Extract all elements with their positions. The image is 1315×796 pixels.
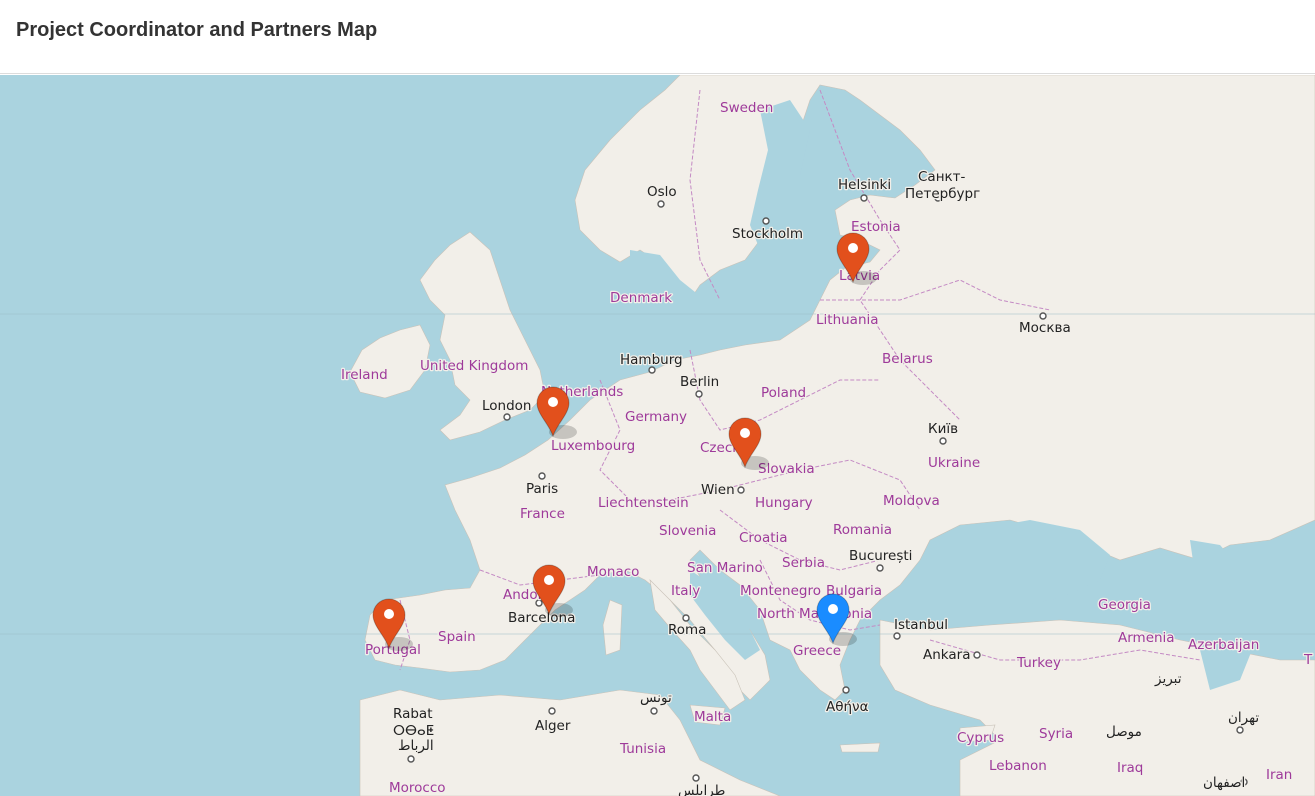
country-label: Sweden xyxy=(720,100,773,116)
city-label: Paris xyxy=(526,481,558,497)
marker-center-dot xyxy=(848,243,858,253)
country-label: Azerbaijan xyxy=(1188,637,1259,653)
marker-center-dot xyxy=(828,604,838,614)
city-label: ⵔⴱⴰⵟ xyxy=(393,723,434,739)
rabat-dot xyxy=(407,755,415,763)
country-label: Malta xyxy=(694,709,731,725)
city-label: Helsinki xyxy=(838,177,891,193)
country-label: Ireland xyxy=(341,367,388,383)
oslo-dot xyxy=(657,200,665,208)
istanbul-dot xyxy=(893,632,901,640)
city-label: Київ xyxy=(928,421,958,437)
country-label: Georgia xyxy=(1098,597,1151,613)
country-label: Croatia xyxy=(739,530,788,546)
page-header: Project Coordinator and Partners Map xyxy=(0,0,1315,74)
country-label: Liechtenstein xyxy=(598,495,689,511)
marker-center-dot xyxy=(544,575,554,585)
marker-center-dot xyxy=(740,428,750,438)
city-label: Oslo xyxy=(647,184,677,200)
country-label: T xyxy=(1303,652,1313,668)
country-label: Turkey xyxy=(1016,655,1061,671)
country-label: Syria xyxy=(1039,726,1073,742)
city-label: Москва xyxy=(1019,320,1071,336)
country-label: Belarus xyxy=(882,351,933,367)
ankara-dot xyxy=(973,651,981,659)
country-label: Luxembourg xyxy=(551,438,635,454)
city-label: تبریز xyxy=(1154,671,1182,687)
city-label: London xyxy=(482,398,532,414)
country-label: San Marino xyxy=(687,560,763,576)
tehran-dot xyxy=(1236,726,1244,734)
city-label: Stockholm xyxy=(732,226,803,242)
country-label: Tunisia xyxy=(619,741,666,757)
city-label: اصفهان xyxy=(1203,775,1245,791)
city-label: موصل xyxy=(1106,724,1142,740)
city-label: Roma xyxy=(668,622,706,638)
country-label: Cyprus xyxy=(957,730,1004,746)
country-label: Italy xyxy=(671,583,700,599)
city-label: Berlin xyxy=(680,374,719,390)
country-label: Morocco xyxy=(389,780,446,796)
city-label: تونس xyxy=(640,690,672,706)
country-label: Denmark xyxy=(610,290,672,306)
city-label: الرباط xyxy=(398,738,434,754)
stockholm-dot xyxy=(762,217,770,225)
country-label: Serbia xyxy=(782,555,825,571)
country-label: France xyxy=(520,506,565,522)
country-label: Lebanon xyxy=(989,758,1047,774)
paris-dot xyxy=(538,472,546,480)
bucuresti-dot xyxy=(876,564,884,572)
city-label: Alger xyxy=(535,718,571,734)
berlin-dot xyxy=(695,390,703,398)
city-label: Санкт- xyxy=(918,169,966,185)
country-label: Montenegro xyxy=(740,583,821,599)
country-label: Poland xyxy=(761,385,806,401)
country-label: Ukraine xyxy=(928,455,980,471)
city-label: Αθήνα xyxy=(826,699,869,715)
country-label: United Kingdom xyxy=(420,358,528,374)
country-label: Lithuania xyxy=(816,312,879,328)
country-label: Iran xyxy=(1266,767,1292,783)
map-canvas[interactable]: Sweden Estonia Latvia Denmark Lithuania … xyxy=(0,75,1315,796)
london-dot xyxy=(503,413,511,421)
country-label: Slovenia xyxy=(659,523,716,539)
country-label: Monaco xyxy=(587,564,639,580)
country-label: Moldova xyxy=(883,493,940,509)
roma-dot xyxy=(682,614,690,622)
alger-dot xyxy=(548,707,556,715)
country-label: North Macedonia xyxy=(757,606,872,622)
athens-dot xyxy=(842,686,850,694)
helsinki-dot xyxy=(860,194,868,202)
page-title: Project Coordinator and Partners Map xyxy=(16,19,378,41)
city-label: Hamburg xyxy=(620,352,683,368)
marker-center-dot xyxy=(384,609,394,619)
wien-dot xyxy=(737,486,745,494)
tripoli-dot xyxy=(692,774,700,782)
kyiv-dot xyxy=(939,437,947,445)
moscow-dot xyxy=(1039,312,1047,320)
city-label: Петербург xyxy=(905,186,980,202)
country-label: Spain xyxy=(438,629,476,645)
marker-center-dot xyxy=(548,397,558,407)
city-label: Istanbul xyxy=(894,617,948,633)
country-label: Germany xyxy=(625,409,687,425)
map-view[interactable]: Sweden Estonia Latvia Denmark Lithuania … xyxy=(0,75,1315,796)
city-label: طرابلس xyxy=(678,783,725,796)
country-label: Armenia xyxy=(1118,630,1175,646)
city-label: Ankara xyxy=(923,647,970,663)
city-label: تهران xyxy=(1228,710,1259,726)
country-label: Hungary xyxy=(755,495,813,511)
country-label: Romania xyxy=(833,522,892,538)
city-label: București xyxy=(849,548,912,564)
tunis-dot xyxy=(650,707,658,715)
city-label: Rabat xyxy=(393,706,433,722)
country-label: Iraq xyxy=(1117,760,1143,776)
country-label: Estonia xyxy=(851,219,901,235)
city-label: Wien xyxy=(701,482,735,498)
country-label: Greece xyxy=(793,643,841,659)
